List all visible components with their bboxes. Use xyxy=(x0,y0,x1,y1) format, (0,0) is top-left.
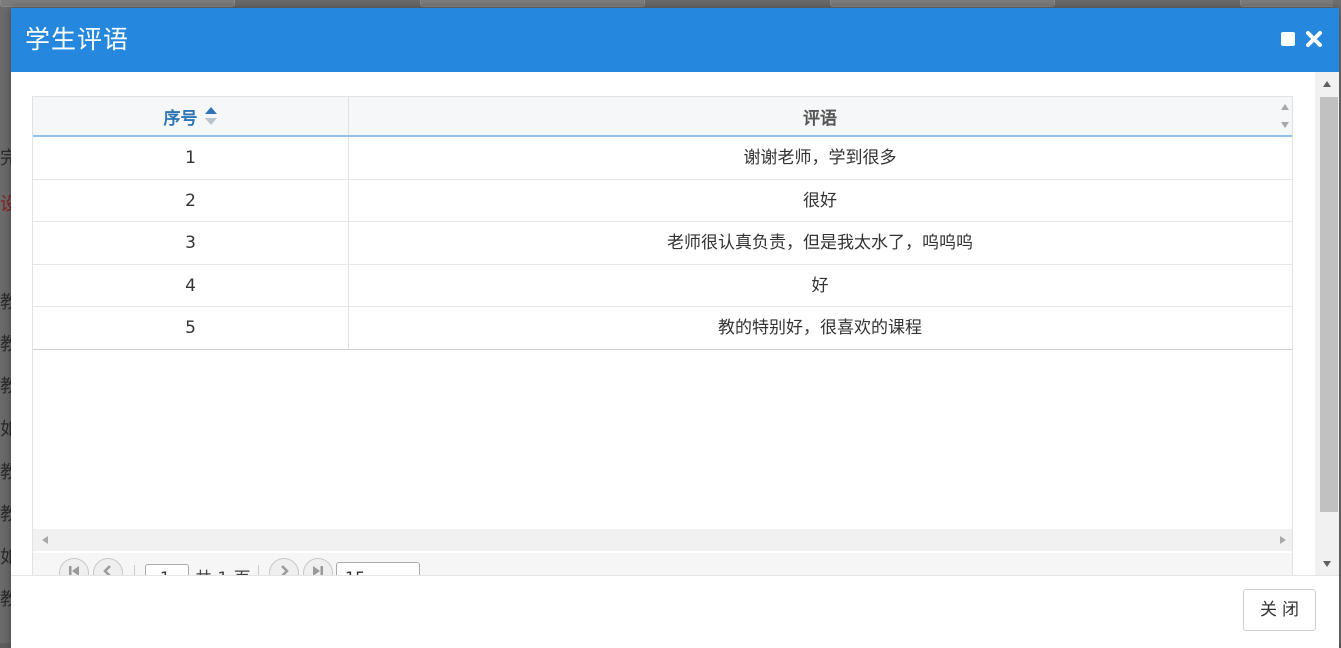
background-tab xyxy=(830,0,1055,7)
cell-comment: 老师很认真负责，但是我太水了，呜呜呜 xyxy=(667,233,973,253)
pager-divider xyxy=(258,565,259,575)
grid-rows: 1 谢谢老师，学到很多 2 很好 3 老师很认真负责，但是我太水了，呜呜呜 4 … xyxy=(33,137,1292,350)
sort-icon xyxy=(204,107,217,125)
scrollbar-thumb[interactable] xyxy=(1320,97,1338,512)
cell-comment: 教的特别好，很喜欢的课程 xyxy=(718,318,922,338)
maximize-icon xyxy=(1281,32,1295,46)
cell-index: 3 xyxy=(33,222,349,264)
cell-index: 5 xyxy=(33,307,349,349)
table-row[interactable]: 3 老师很认真负责，但是我太水了，呜呜呜 xyxy=(33,222,1292,265)
page-size-select[interactable]: 15 xyxy=(336,562,420,575)
table-row[interactable]: 2 很好 xyxy=(33,179,1292,222)
horizontal-scrollbar[interactable] xyxy=(33,529,1292,551)
scroll-down-icon[interactable] xyxy=(1322,558,1332,568)
dialog-body: 序号 评语 1 谢谢老师，学到很多 2 很好 3 老师很认真负责，但是我太水了，… xyxy=(11,72,1339,575)
pager-divider xyxy=(134,565,135,575)
scroll-up-icon[interactable] xyxy=(1322,80,1332,90)
background-tab xyxy=(0,0,235,7)
dialog-footer: 关闭 xyxy=(11,575,1339,648)
pagination-bar: 1 共 1 页 15 xyxy=(33,553,1292,575)
grid-header: 序号 评语 xyxy=(33,97,1292,137)
cell-comment: 很好 xyxy=(803,190,837,211)
scroll-right-icon[interactable] xyxy=(1279,535,1287,545)
comments-grid: 序号 评语 1 谢谢老师，学到很多 2 很好 3 老师很认真负责，但是我太水了，… xyxy=(32,96,1293,575)
column-header-index[interactable]: 序号 xyxy=(33,97,349,135)
page-total-text: 共 1 页 xyxy=(195,564,251,575)
column-header-label: 序号 xyxy=(163,109,198,129)
background-tab xyxy=(420,0,645,7)
last-page-icon xyxy=(313,566,323,575)
close-button[interactable]: 关闭 xyxy=(1243,589,1316,631)
student-comments-dialog: 学生评语 序号 评语 1 谢谢老师，学到很多 2 很好 3 老师很认真负责，但是… xyxy=(11,8,1339,648)
cell-comment: 好 xyxy=(811,275,829,296)
table-row[interactable]: 1 谢谢老师，学到很多 xyxy=(33,137,1292,180)
close-icon xyxy=(1306,31,1322,47)
dialog-vertical-scrollbar[interactable] xyxy=(1315,72,1339,575)
chevron-right-icon xyxy=(281,565,289,575)
next-page-button[interactable] xyxy=(269,558,299,575)
scroll-left-icon[interactable] xyxy=(41,535,49,545)
table-row[interactable]: 5 教的特别好，很喜欢的课程 xyxy=(33,307,1292,350)
last-page-button[interactable] xyxy=(303,558,333,575)
cell-comment: 谢谢老师，学到很多 xyxy=(743,148,897,168)
first-page-icon xyxy=(69,566,79,575)
prev-page-button[interactable] xyxy=(93,558,123,575)
maximize-button[interactable] xyxy=(1277,28,1299,50)
dialog-title: 学生评语 xyxy=(25,25,130,54)
close-dialog-button[interactable] xyxy=(1303,28,1325,50)
cell-index: 4 xyxy=(33,264,349,307)
header-scroll-arrows-icon[interactable] xyxy=(1279,101,1291,131)
background-tab xyxy=(1240,0,1341,7)
cell-index: 1 xyxy=(33,137,349,179)
cell-index: 2 xyxy=(33,179,349,222)
first-page-button[interactable] xyxy=(59,558,89,575)
column-header-comment[interactable]: 评语 xyxy=(349,97,1291,135)
table-row[interactable]: 4 好 xyxy=(33,264,1292,307)
dialog-header: 学生评语 xyxy=(11,8,1339,72)
column-header-label: 评语 xyxy=(803,109,837,129)
page-number-input[interactable]: 1 xyxy=(145,564,189,575)
chevron-left-icon xyxy=(103,565,111,575)
